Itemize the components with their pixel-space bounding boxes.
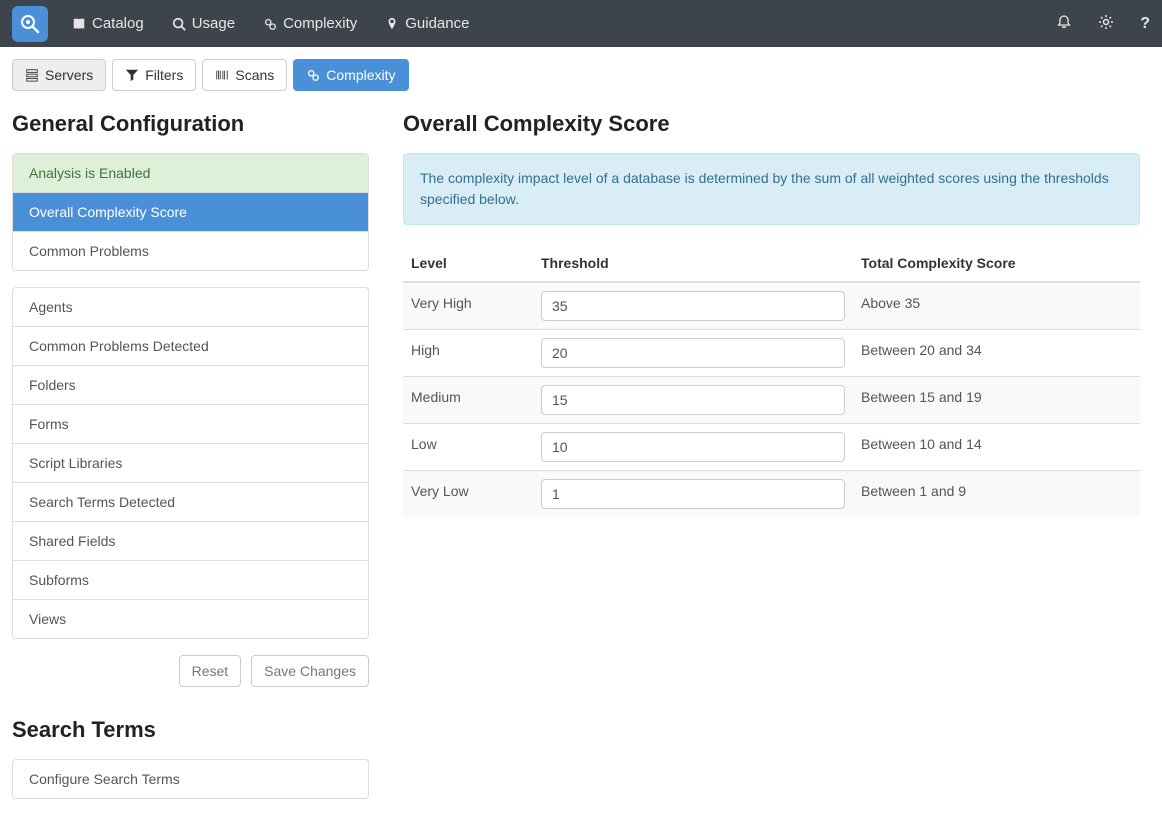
col-level: Level <box>403 245 533 282</box>
elements-list: Agents Common Problems Detected Folders … <box>12 287 369 639</box>
sidebar-item-folders[interactable]: Folders <box>13 366 368 405</box>
tab-label: Scans <box>235 67 274 83</box>
table-row: High Between 20 and 34 <box>403 330 1140 377</box>
tab-label: Complexity <box>326 67 395 83</box>
threshold-input-very-high[interactable] <box>541 291 845 321</box>
col-total: Total Complexity Score <box>853 245 1140 282</box>
navbar-right: ? <box>1056 14 1150 33</box>
search-terms-heading: Search Terms <box>12 717 369 743</box>
sidebar-item-analysis-enabled[interactable]: Analysis is Enabled <box>13 154 368 193</box>
tab-label: Servers <box>45 67 93 83</box>
tab-label: Filters <box>145 67 183 83</box>
tab-filters[interactable]: Filters <box>112 59 196 91</box>
reset-button[interactable]: Reset <box>179 655 242 687</box>
sidebar-item-common-problems[interactable]: Common Problems <box>13 232 368 270</box>
level-cell: Very Low <box>403 471 533 518</box>
nav-label: Guidance <box>405 15 469 32</box>
search-terms-list: Configure Search Terms <box>12 759 369 799</box>
nav-complexity[interactable]: Complexity <box>263 15 357 32</box>
nav-guidance[interactable]: Guidance <box>385 15 469 32</box>
sidebar-item-script-libraries[interactable]: Script Libraries <box>13 444 368 483</box>
nav-catalog[interactable]: Catalog <box>72 15 144 32</box>
page-title: Overall Complexity Score <box>403 111 1140 137</box>
sidebar-item-forms[interactable]: Forms <box>13 405 368 444</box>
sidebar: General Configuration Analysis is Enable… <box>12 111 369 815</box>
general-config-list: Analysis is Enabled Overall Complexity S… <box>12 153 369 271</box>
sidebar-item-subforms[interactable]: Subforms <box>13 561 368 600</box>
tab-scans[interactable]: Scans <box>202 59 287 91</box>
col-threshold: Threshold <box>533 245 853 282</box>
desc-cell: Between 15 and 19 <box>853 377 1140 424</box>
barcode-icon <box>215 68 229 82</box>
desc-cell: Between 1 and 9 <box>853 471 1140 518</box>
content: Servers Filters Scans Complexity General… <box>0 47 1162 827</box>
nav-label: Usage <box>192 15 235 32</box>
search-icon <box>172 17 186 31</box>
bell-icon <box>1056 14 1072 30</box>
navbar: Catalog Usage Complexity Guidance ? <box>0 0 1162 47</box>
main-panel: Overall Complexity Score The complexity … <box>403 111 1150 815</box>
gear-icon <box>1098 14 1114 30</box>
gears-icon <box>306 68 320 82</box>
sidebar-item-shared-fields[interactable]: Shared Fields <box>13 522 368 561</box>
servers-icon <box>25 68 39 82</box>
tab-servers[interactable]: Servers <box>12 59 106 91</box>
general-config-heading: General Configuration <box>12 111 369 137</box>
level-cell: Low <box>403 424 533 471</box>
gears-icon <box>263 17 277 31</box>
sidebar-item-configure-search-terms[interactable]: Configure Search Terms <box>13 760 368 798</box>
table-row: Medium Between 15 and 19 <box>403 377 1140 424</box>
nav-usage[interactable]: Usage <box>172 15 235 32</box>
save-changes-button[interactable]: Save Changes <box>251 655 369 687</box>
sidebar-item-views[interactable]: Views <box>13 600 368 638</box>
settings-button[interactable] <box>1098 14 1114 33</box>
sidebar-item-agents[interactable]: Agents <box>13 288 368 327</box>
table-row: Very Low Between 1 and 9 <box>403 471 1140 518</box>
sidebar-item-search-terms-detected[interactable]: Search Terms Detected <box>13 483 368 522</box>
sidebar-item-common-problems-detected[interactable]: Common Problems Detected <box>13 327 368 366</box>
nav-label: Catalog <box>92 15 144 32</box>
sidebar-item-overall-score[interactable]: Overall Complexity Score <box>13 193 368 232</box>
help-button[interactable]: ? <box>1140 15 1150 33</box>
level-cell: Medium <box>403 377 533 424</box>
book-icon <box>72 17 86 31</box>
threshold-table: Level Threshold Total Complexity Score V… <box>403 245 1140 517</box>
navbar-nav: Catalog Usage Complexity Guidance <box>72 15 1056 32</box>
table-row: Low Between 10 and 14 <box>403 424 1140 471</box>
notifications-button[interactable] <box>1056 14 1072 33</box>
sidebar-actions: Reset Save Changes <box>12 655 369 687</box>
table-row: Very High Above 35 <box>403 282 1140 330</box>
level-cell: Very High <box>403 282 533 330</box>
info-alert: The complexity impact level of a databas… <box>403 153 1140 225</box>
desc-cell: Between 20 and 34 <box>853 330 1140 377</box>
threshold-input-medium[interactable] <box>541 385 845 415</box>
magnifier-wrench-icon <box>18 12 42 36</box>
threshold-input-high[interactable] <box>541 338 845 368</box>
nav-label: Complexity <box>283 15 357 32</box>
threshold-input-very-low[interactable] <box>541 479 845 509</box>
desc-cell: Above 35 <box>853 282 1140 330</box>
tab-complexity[interactable]: Complexity <box>293 59 408 91</box>
filter-icon <box>125 68 139 82</box>
brand-logo[interactable] <box>12 6 48 42</box>
level-cell: High <box>403 330 533 377</box>
threshold-input-low[interactable] <box>541 432 845 462</box>
tab-buttons: Servers Filters Scans Complexity <box>12 59 1150 91</box>
pin-icon <box>385 17 399 31</box>
desc-cell: Between 10 and 14 <box>853 424 1140 471</box>
